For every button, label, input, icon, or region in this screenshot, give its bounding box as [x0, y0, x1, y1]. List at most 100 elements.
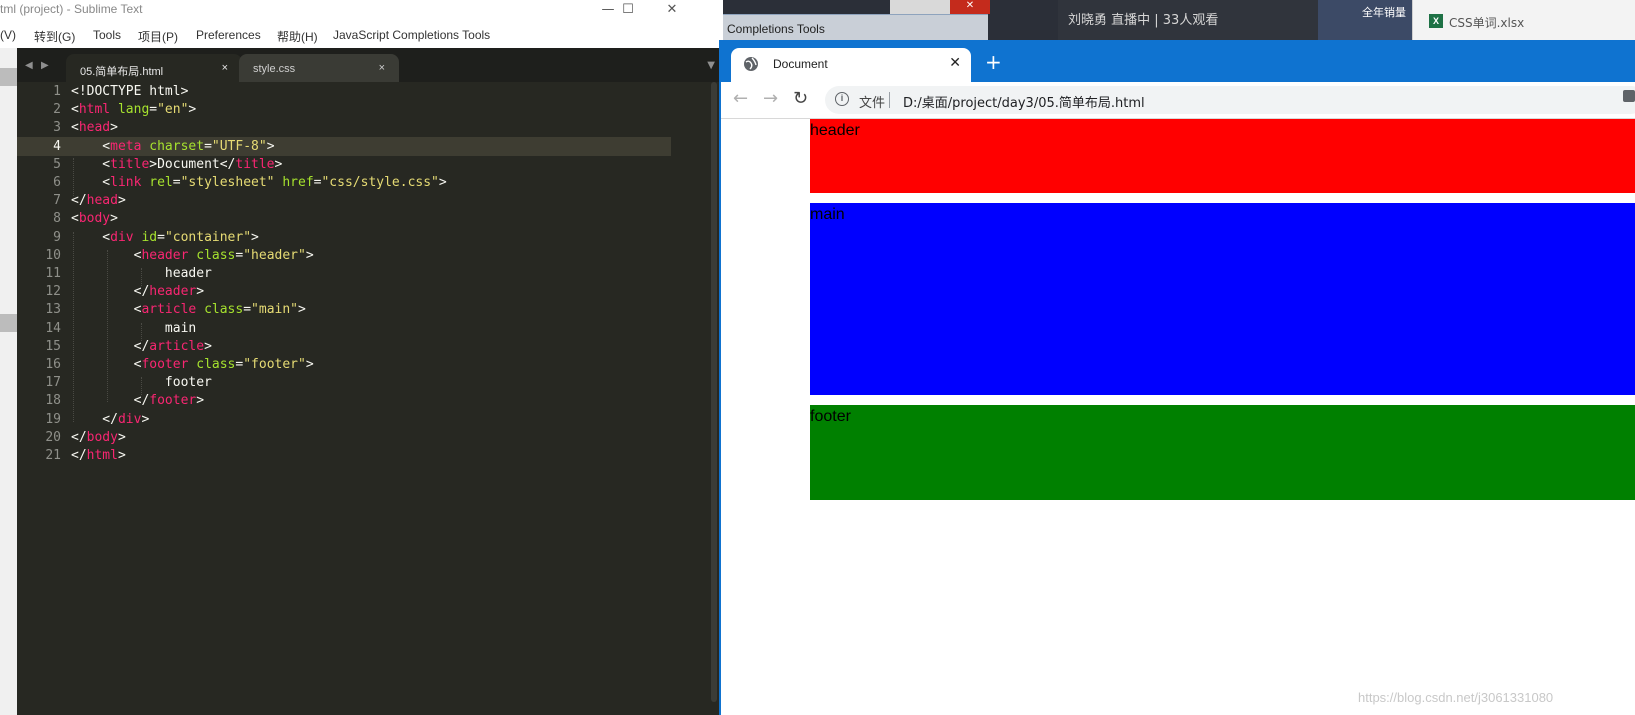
code-token: =: [157, 229, 165, 245]
code-line: </header>: [71, 282, 204, 301]
tab-prev-icon[interactable]: ◀: [25, 60, 33, 71]
code-token: rel: [141, 175, 173, 190]
code-line: <html lang="en">: [71, 100, 196, 119]
tab-style-css[interactable]: style.css ×: [239, 54, 399, 82]
code-token: header: [149, 284, 197, 300]
translate-icon[interactable]: [1623, 90, 1635, 102]
code-token: <: [71, 102, 79, 118]
code-token: charset: [141, 138, 205, 154]
line-number: 16: [45, 357, 61, 372]
code-token: <: [71, 138, 111, 154]
excel-window[interactable]: X CSS单词.xlsx: [1412, 0, 1635, 40]
line-number: 18: [45, 393, 61, 409]
code-token: </: [71, 448, 87, 463]
main-text: main: [810, 206, 845, 223]
code-line: <title>Document</title>: [71, 155, 282, 174]
line-number: 20: [45, 429, 61, 445]
code-token: </: [71, 284, 150, 300]
code-token: <: [71, 247, 142, 263]
code-token: "container": [164, 229, 252, 245]
code-token: <: [71, 156, 111, 172]
menu-preferences[interactable]: Preferences: [196, 28, 261, 42]
tab-overflow-icon[interactable]: ▼: [707, 60, 715, 71]
side-panel-mark: [0, 68, 17, 86]
menu-js-completions-tools[interactable]: JavaScript Completions Tools: [333, 28, 490, 42]
code-token: article: [141, 302, 197, 318]
menu-project[interactable]: 项目(P): [138, 28, 178, 45]
code-token: class: [196, 302, 244, 318]
tab-bar: ◀ ▶ 05.简单布局.html × style.css × ▼: [17, 48, 723, 82]
code-token: <: [71, 120, 79, 136]
page-footer-block: footer: [810, 405, 1635, 500]
code-line: <div id="container">: [71, 228, 259, 247]
address-bar[interactable]: i 文件 D:/桌面/project/day3/05.简单布局.html: [825, 86, 1635, 114]
close-icon[interactable]: ×: [379, 62, 385, 74]
code-token: >: [305, 357, 314, 372]
code-line: <meta charset="UTF-8">: [67, 136, 671, 156]
close-button[interactable]: ✕: [650, 0, 694, 24]
code-token: >: [117, 193, 126, 209]
globe-icon: [744, 57, 758, 71]
line-number: 10: [45, 247, 61, 263]
code-token: >: [305, 247, 314, 263]
code-token: html: [78, 102, 111, 118]
code-token: footer: [141, 357, 189, 372]
code-line: </div>: [71, 410, 149, 429]
tab-next-icon[interactable]: ▶: [41, 60, 49, 71]
forward-button[interactable]: →: [763, 88, 778, 109]
chrome-tab-document[interactable]: Document ✕: [731, 48, 971, 82]
tab-05-html[interactable]: 05.简单布局.html ×: [66, 54, 242, 82]
code-token: >: [117, 448, 126, 463]
chrome-toolbar: ← → ↻ i 文件 D:/桌面/project/day3/05.简单布局.ht…: [721, 82, 1635, 119]
tab-title: Document: [773, 57, 828, 71]
code-token: <: [71, 211, 79, 227]
code-token: header: [71, 266, 212, 281]
tab-label: 05.简单布局.html: [80, 66, 164, 78]
info-icon[interactable]: i: [835, 92, 849, 106]
url-text[interactable]: D:/桌面/project/day3/05.简单布局.html: [903, 92, 1145, 111]
live-stream-window[interactable]: 刘晓勇 直播中 | 33人观看: [1058, 0, 1318, 40]
code-line: </article>: [71, 337, 212, 356]
page-viewport: header main footer: [721, 119, 1635, 715]
close-icon[interactable]: ×: [222, 62, 228, 74]
code-token: >: [196, 284, 205, 300]
code-token: title: [235, 156, 275, 172]
line-number: 8: [53, 211, 61, 227]
reload-button[interactable]: ↻: [793, 88, 808, 109]
code-line: footer: [71, 373, 212, 392]
new-tab-button[interactable]: +: [985, 50, 1002, 74]
code-token: >: [204, 338, 212, 354]
page-header-block: header: [810, 119, 1635, 193]
line-number: 9: [53, 229, 61, 245]
code-token: >: [188, 102, 197, 118]
code-token: >: [110, 120, 118, 136]
line-number: 11: [45, 266, 61, 281]
tab-label: style.css: [253, 63, 296, 75]
sublime-titlebar: tml (project) - Sublime Text — ☐ ✕: [0, 0, 723, 24]
code-token: class: [188, 357, 236, 372]
code-token: </: [71, 193, 87, 209]
menu-view[interactable]: (V): [0, 28, 16, 42]
code-line: <article class="main">: [71, 300, 306, 319]
close-icon[interactable]: ✕: [950, 0, 990, 14]
code-token: >: [266, 138, 275, 154]
editor-scrollbar[interactable]: [711, 82, 717, 702]
completions-tools-window[interactable]: Completions Tools: [723, 14, 988, 41]
code-editor[interactable]: <!DOCTYPE html> <html lang="en"> <head> <m…: [67, 82, 701, 715]
code-token: <!DOCTYPE html>: [71, 84, 189, 99]
menu-goto[interactable]: 转到(G): [34, 28, 75, 45]
code-token: <: [71, 302, 142, 318]
code-token: "UTF-8": [211, 138, 267, 154]
line-number: 7: [53, 193, 61, 209]
code-line: </html>: [71, 446, 126, 465]
code-token: >: [274, 156, 283, 172]
code-token: head: [78, 120, 111, 136]
maximize-button[interactable]: ☐: [606, 0, 650, 24]
close-icon[interactable]: ✕: [949, 55, 961, 71]
menu-tools[interactable]: Tools: [93, 28, 121, 42]
code-line: <!DOCTYPE html>: [71, 82, 188, 101]
thumbnail-window[interactable]: 全年销量: [1318, 0, 1412, 40]
menu-help[interactable]: 帮助(H): [277, 28, 318, 45]
line-number: 1: [53, 84, 61, 99]
back-button[interactable]: ←: [733, 88, 748, 109]
